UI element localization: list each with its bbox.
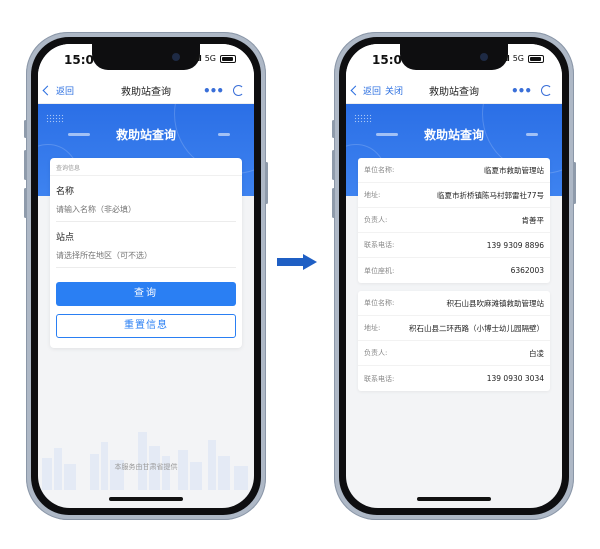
more-icon[interactable]: ••• [203,85,224,97]
banner-dots [354,114,372,124]
nav-actions: ••• [511,85,552,97]
station-label: 站点 [56,233,75,243]
result-row: 单位座机: 6362003 [358,258,550,283]
more-icon[interactable]: ••• [511,85,532,97]
signal-icon: .ıll [193,54,201,63]
result-row: 单位名称: 积石山县吹麻滩镇救助管理站 [358,291,550,316]
stage: 15:06 .ıll 5G 返回 救助站查询 ••• 救助站查询 查询信息 名称… [0,0,600,549]
banner-title: 救助站查询 [423,128,484,142]
row-value: 临夏市救助管理站 [484,165,544,175]
notch [92,44,200,70]
signal-icon: .ıll [501,54,509,63]
close-button[interactable]: 关闭 [385,84,403,97]
volume-up-button [24,150,27,180]
query-button[interactable]: 查询 [56,282,236,306]
camera-icon [480,53,488,61]
home-indicator [109,497,183,501]
row-key: 单位名称: [364,299,395,307]
station-select[interactable] [56,251,236,268]
name-field: 名称 [50,176,242,222]
row-key: 联系电话: [364,374,395,383]
network-label: 5G [512,54,524,63]
result-card: 单位名称: 临夏市救助管理站 地址: 临夏市折桥镇陈马村郭雷社77号 负责人: … [358,158,550,283]
nav-bar: 返回 救助站查询 ••• [38,78,254,104]
row-value: 白凌 [529,348,544,358]
row-value: 积石山县吹麻滩镇救助管理站 [446,298,545,308]
station-field: 站点 [50,222,242,268]
row-key: 负责人: [364,349,388,357]
side-button [332,120,335,138]
row-value: 肯善平 [521,215,545,225]
row-key: 单位名称: [364,166,395,174]
battery-icon [220,54,236,63]
bezel: 15:06 .ıll 5G 返回 救助站查询 ••• 救助站查询 查询信息 名称… [31,37,261,515]
status-bar: 15:06 .ıll 5G [38,44,254,78]
phone-right: 15:06 .ıll 5G 返回 关闭 救助站查询 ••• 救助站查询 单位名称… [332,32,576,520]
result-row: 地址: 临夏市折桥镇陈马村郭雷社77号 [358,183,550,208]
result-list: 单位名称: 临夏市救助管理站 地址: 临夏市折桥镇陈马村郭雷社77号 负责人: … [358,158,550,399]
home-indicator [417,497,491,501]
volume-down-button [332,188,335,218]
volume-down-button [24,188,27,218]
row-value: 6362003 [510,266,544,275]
camera-icon [172,53,180,61]
result-row: 单位名称: 临夏市救助管理站 [358,158,550,183]
result-row: 负责人: 白凌 [358,341,550,366]
status-icons: .ıll 5G [501,54,544,63]
result-row: 负责人: 肯善平 [358,208,550,233]
banner-dots [46,114,64,124]
power-button [265,162,268,204]
nav-bar: 返回 关闭 救助站查询 ••• [346,78,562,104]
screen: 15:06 .ıll 5G 返回 关闭 救助站查询 ••• 救助站查询 单位名称… [346,44,562,508]
row-key: 联系电话: [364,241,395,249]
result-row: 地址: 积石山县二环西路（小博士幼儿园隔壁） [358,316,550,341]
phone-number[interactable]: 139 9309 8896 [487,241,544,250]
notch [400,44,508,70]
footer-text: 本服务由甘肃省提供 [114,463,178,471]
chevron-left-icon [350,85,361,96]
phone-left: 15:06 .ıll 5G 返回 救助站查询 ••• 救助站查询 查询信息 名称… [24,32,268,520]
row-key: 负责人: [364,216,388,224]
back-label: 返回 [56,87,75,97]
row-key: 地址: [364,191,381,199]
skyline-illustration [42,432,248,490]
row-key: 地址: [364,324,381,332]
battery-icon [528,54,544,63]
row-key: 单位座机: [364,266,395,275]
status-bar: 15:06 .ıll 5G [346,44,562,78]
power-button [573,162,576,204]
nav-left-actions: 返回 关闭 [350,84,403,97]
nav-actions: ••• [203,85,244,97]
network-label: 5G [204,54,216,63]
result-row: 联系电话: 139 9309 8896 [358,233,550,258]
volume-up-button [332,150,335,180]
back-button[interactable]: 返回 [350,84,382,97]
result-row: 联系电话: 139 0930 3034 [358,366,550,391]
bezel: 15:06 .ıll 5G 返回 关闭 救助站查询 ••• 救助站查询 单位名称… [339,37,569,515]
phone-number[interactable]: 139 0930 3034 [487,374,544,383]
back-button[interactable]: 返回 [42,84,75,97]
side-button [24,120,27,138]
form-section-label: 查询信息 [50,158,242,176]
row-value: 积石山县二环西路（小博士幼儿园隔壁） [409,323,544,333]
back-label: 返回 [363,87,382,97]
name-input[interactable] [56,205,236,222]
result-card: 单位名称: 积石山县吹麻滩镇救助管理站 地址: 积石山县二环西路（小博士幼儿园隔… [358,291,550,391]
status-icons: .ıll 5G [193,54,236,63]
refresh-icon[interactable] [233,85,244,96]
screen: 15:06 .ıll 5G 返回 救助站查询 ••• 救助站查询 查询信息 名称… [38,44,254,508]
query-form: 查询信息 名称 站点 查询 重置信息 [50,158,242,348]
reset-button[interactable]: 重置信息 [56,314,236,338]
chevron-left-icon [42,85,53,96]
banner-title: 救助站查询 [115,128,176,142]
row-value: 临夏市折桥镇陈马村郭雷社77号 [436,190,544,200]
arrow-right-icon [277,254,317,270]
name-label: 名称 [56,187,75,197]
refresh-icon[interactable] [541,85,552,96]
